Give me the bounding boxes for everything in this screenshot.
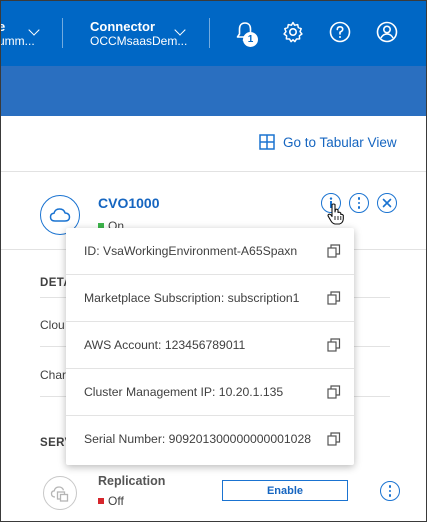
copy-icon[interactable] xyxy=(327,385,341,399)
copy-icon[interactable] xyxy=(327,291,341,305)
more-vertical-icon xyxy=(388,485,392,497)
go-to-tabular-view-link[interactable]: Go to Tabular View xyxy=(259,134,397,150)
working-environment-id: ID: VsaWorkingEnvironment-A65Spaxn xyxy=(84,244,298,258)
connector-title: Connector xyxy=(90,19,155,34)
top-nav-bar: e umm... Connector OCCMsaasDem... 1 xyxy=(0,0,427,66)
copy-icon[interactable] xyxy=(327,244,341,258)
secondary-nav-bar xyxy=(0,66,427,116)
copy-icon[interactable] xyxy=(327,432,341,446)
info-row-id: ID: VsaWorkingEnvironment-A65Spaxn xyxy=(66,228,354,275)
more-vertical-icon xyxy=(357,197,361,209)
divider xyxy=(62,18,63,48)
notifications-bell-icon[interactable]: 1 xyxy=(233,20,258,47)
serial-number: Serial Number: 909201300000000001028 xyxy=(84,432,312,446)
close-icon xyxy=(382,198,392,208)
replication-service-icon xyxy=(43,476,77,510)
replication-status-label: Off xyxy=(108,494,124,508)
replication-status: Off xyxy=(98,494,124,508)
hand-pointer-cursor-icon xyxy=(327,203,344,225)
help-icon[interactable] xyxy=(328,20,352,44)
connector-selector[interactable]: Connector OCCMsaasDem... xyxy=(90,19,188,49)
close-button[interactable] xyxy=(377,193,397,213)
info-row-serial-number: Serial Number: 909201300000000001028 xyxy=(66,416,354,463)
status-off-indicator-icon xyxy=(98,498,104,504)
info-row-cluster-management-ip: Cluster Management IP: 10.20.1.135 xyxy=(66,369,354,416)
user-profile-icon[interactable] xyxy=(375,20,399,44)
cloud-provider-label: Clou xyxy=(40,318,65,332)
marketplace-subscription: Marketplace Subscription: subscription1 xyxy=(84,291,300,305)
account-subtitle: umm... xyxy=(0,34,35,48)
table-grid-icon xyxy=(259,134,275,150)
more-options-button[interactable] xyxy=(349,193,369,213)
copy-icon[interactable] xyxy=(327,338,341,352)
notification-count-badge: 1 xyxy=(243,32,258,47)
tabular-view-label: Go to Tabular View xyxy=(283,134,397,150)
info-row-marketplace-subscription: Marketplace Subscription: subscription1 xyxy=(66,275,354,322)
working-environment-name[interactable]: CVO1000 xyxy=(98,195,159,211)
charging-method-label: Char xyxy=(40,368,67,382)
replication-more-options-button[interactable] xyxy=(380,481,400,501)
cluster-management-ip: Cluster Management IP: 10.20.1.135 xyxy=(84,385,284,399)
account-selector[interactable]: e umm... xyxy=(0,20,35,49)
aws-account: AWS Account: 123456789011 xyxy=(84,338,246,352)
info-row-aws-account: AWS Account: 123456789011 xyxy=(66,322,354,369)
divider xyxy=(0,171,427,172)
info-popover: ID: VsaWorkingEnvironment-A65Spaxn Marke… xyxy=(66,228,354,465)
replication-service-name: Replication xyxy=(98,474,166,488)
enable-replication-button[interactable]: Enable xyxy=(222,480,348,501)
connector-subtitle: OCCMsaasDem... xyxy=(90,34,188,48)
divider xyxy=(209,18,210,48)
settings-gear-icon[interactable] xyxy=(281,20,305,44)
